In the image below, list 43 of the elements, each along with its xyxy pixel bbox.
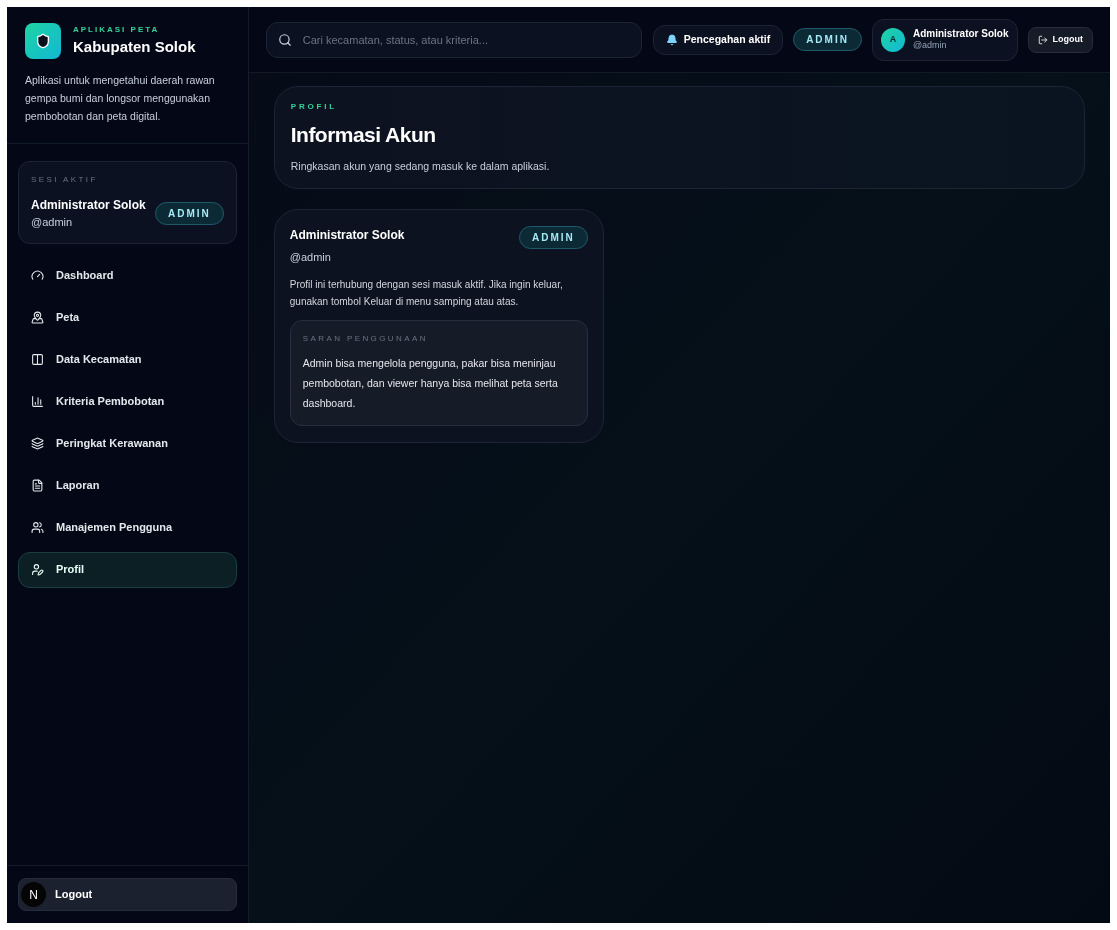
- profile-description: Profil ini terhubung dengan sesi masuk aktif. Jika ingin keluar, gunakan tombol Keluar di menu samping atau atas.: [289, 277, 564, 309]
- tip-text: Admin bisa mengelola pengguna, pakar bisa meninjau pembobotan, dan viewer hanya bisa melihat peta serta dashboard.: [302, 355, 559, 411]
- nav-item[interactable]: Profil: [18, 551, 237, 588]
- gauge-icon: [31, 269, 44, 282]
- search-field[interactable]: Cari kecamatan, status, atau kriteria...: [265, 21, 642, 58]
- page-eyebrow: PROFIL: [290, 101, 338, 113]
- logout-icon: [1037, 34, 1048, 45]
- shield-logo-icon: [25, 23, 61, 59]
- user-username: @admin: [912, 40, 948, 52]
- nav-item[interactable]: Manajemen Pengguna: [18, 509, 237, 546]
- nav-item[interactable]: Peta: [18, 299, 237, 336]
- nav-item[interactable]: Kriteria Pembobotan: [18, 383, 237, 420]
- page-title: Informasi Akun: [290, 122, 437, 148]
- user-avatar: A: [880, 27, 905, 52]
- logout-button[interactable]: Logout: [1027, 26, 1093, 53]
- profile-name: Administrator Solok: [289, 227, 405, 245]
- users-icon: [31, 521, 44, 534]
- nav-item[interactable]: Peringkat Kerawanan: [18, 425, 237, 462]
- search-icon: [277, 32, 292, 47]
- nav-item[interactable]: Laporan: [18, 467, 237, 504]
- session-label: SESI AKTIF: [31, 174, 99, 186]
- user-edit-icon: [31, 563, 44, 576]
- user-name: Administrator Solok: [912, 27, 1009, 41]
- tip-label: SARAN PENGGUNAAN: [302, 332, 429, 345]
- alert-status-chip: Pencegahan aktif: [652, 24, 784, 55]
- bar-chart-icon: [31, 395, 44, 408]
- role-badge: ADMIN: [793, 28, 862, 51]
- app-eyebrow: APLIKASI PETA: [73, 23, 161, 36]
- bell-icon: [665, 33, 678, 46]
- role-badge: ADMIN: [155, 201, 224, 225]
- map-icon: [31, 311, 44, 324]
- profile-username: @admin: [289, 250, 332, 266]
- document-icon: [31, 479, 44, 492]
- nav-item[interactable]: Data Kecamatan: [18, 341, 237, 378]
- app-description: Aplikasi untuk mengetahui daerah rawan gempa bumi dan longsor menggunakan pembobotan dan peta digital.: [25, 73, 216, 124]
- session-name: Administrator Solok: [31, 197, 146, 214]
- page-subtitle: Ringkasan akun yang sedang masuk ke dalam aplikasi.: [290, 158, 551, 174]
- layers-icon: [31, 437, 44, 450]
- session-username: @admin: [31, 215, 74, 230]
- app-title: Kabupaten Solok: [73, 36, 196, 57]
- nav-item[interactable]: Dashboard: [18, 257, 237, 294]
- role-badge: ADMIN: [519, 226, 588, 250]
- table-icon: [31, 353, 44, 366]
